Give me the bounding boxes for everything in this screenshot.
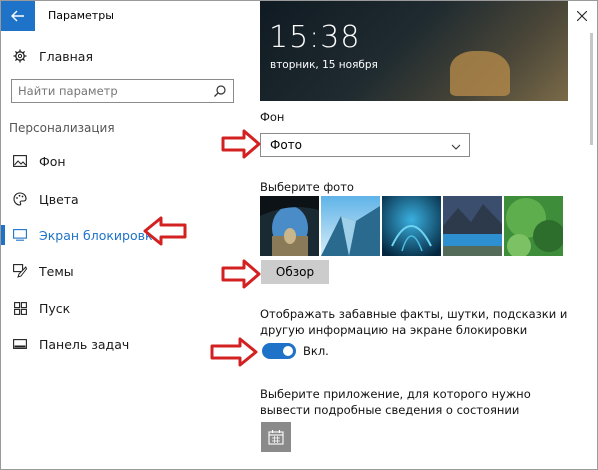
fun-facts-description: Отображать забавные факты, шутки, подска… bbox=[260, 307, 568, 337]
photo-thumbnail[interactable] bbox=[443, 196, 502, 256]
chevron-down-icon bbox=[451, 140, 461, 154]
annotation-arrow-right bbox=[221, 259, 261, 289]
background-label: Фон bbox=[260, 110, 285, 124]
sidebar-item-label: Главная bbox=[39, 48, 93, 64]
photo-thumbnail[interactable] bbox=[321, 196, 380, 256]
back-arrow-icon bbox=[11, 10, 24, 22]
photo-thumbnails bbox=[260, 196, 563, 256]
gear-icon bbox=[13, 49, 27, 63]
section-label: Персонализация bbox=[9, 121, 115, 135]
app-status-button[interactable] bbox=[261, 422, 291, 452]
sidebar-item-colors[interactable]: Цвета bbox=[1, 183, 251, 215]
search-icon bbox=[213, 83, 227, 102]
choose-photo-label: Выберите фото bbox=[260, 180, 354, 194]
sidebar-item-label: Темы bbox=[39, 263, 74, 279]
close-button[interactable] bbox=[565, 1, 597, 31]
back-button[interactable] bbox=[1, 1, 35, 31]
search-input[interactable] bbox=[18, 83, 203, 99]
background-dropdown[interactable]: Фото bbox=[260, 133, 470, 157]
close-icon bbox=[577, 11, 587, 21]
sidebar-item-label: Цвета bbox=[39, 191, 79, 207]
preview-rock-shape bbox=[450, 51, 510, 96]
photo-thumbnail[interactable] bbox=[504, 196, 563, 256]
app-status-description: Выберите приложение, для которого нужно … bbox=[260, 387, 531, 417]
preview-date: вторник, 15 ноября bbox=[270, 59, 378, 71]
annotation-arrow-left bbox=[143, 216, 187, 246]
toggle-state-label: Вкл. bbox=[303, 344, 329, 358]
annotation-arrow-right bbox=[210, 337, 258, 367]
fun-facts-toggle[interactable] bbox=[262, 343, 296, 359]
monitor-icon bbox=[13, 228, 27, 242]
sidebar-item-lockscreen[interactable]: Экран блокировки bbox=[1, 219, 251, 251]
sidebar: Главная Персонализация Фон Цвета bbox=[1, 31, 251, 469]
photo-thumbnail[interactable] bbox=[382, 196, 441, 256]
window-title: Параметры bbox=[48, 9, 114, 22]
annotation-arrow-right bbox=[221, 129, 261, 159]
sidebar-item-label: Панель задач bbox=[39, 336, 130, 352]
sidebar-item-themes[interactable]: Темы bbox=[1, 255, 251, 287]
brush-icon bbox=[13, 264, 27, 278]
photo-thumbnail[interactable] bbox=[260, 196, 319, 256]
search-box[interactable] bbox=[11, 79, 234, 103]
browse-button[interactable]: Обзор bbox=[261, 260, 329, 284]
active-indicator bbox=[1, 225, 5, 245]
picture-icon bbox=[13, 154, 27, 168]
sidebar-item-background[interactable]: Фон bbox=[1, 145, 251, 177]
palette-icon bbox=[13, 192, 27, 206]
preview-clock: 15:38 bbox=[269, 20, 361, 55]
taskbar-icon bbox=[13, 337, 27, 351]
calendar-icon bbox=[268, 430, 284, 445]
scrollbar-thumb[interactable] bbox=[590, 33, 593, 145]
settings-window: Параметры Главная Персонализация bbox=[0, 0, 598, 470]
sidebar-item-label: Фон bbox=[39, 153, 66, 169]
sidebar-item-start[interactable]: Пуск bbox=[1, 292, 251, 324]
sidebar-item-label: Пуск bbox=[39, 300, 71, 316]
start-grid-icon bbox=[13, 301, 27, 315]
sidebar-item-home[interactable]: Главная bbox=[1, 40, 251, 72]
toggle-knob bbox=[283, 346, 293, 356]
background-dropdown-value: Фото bbox=[270, 138, 303, 152]
